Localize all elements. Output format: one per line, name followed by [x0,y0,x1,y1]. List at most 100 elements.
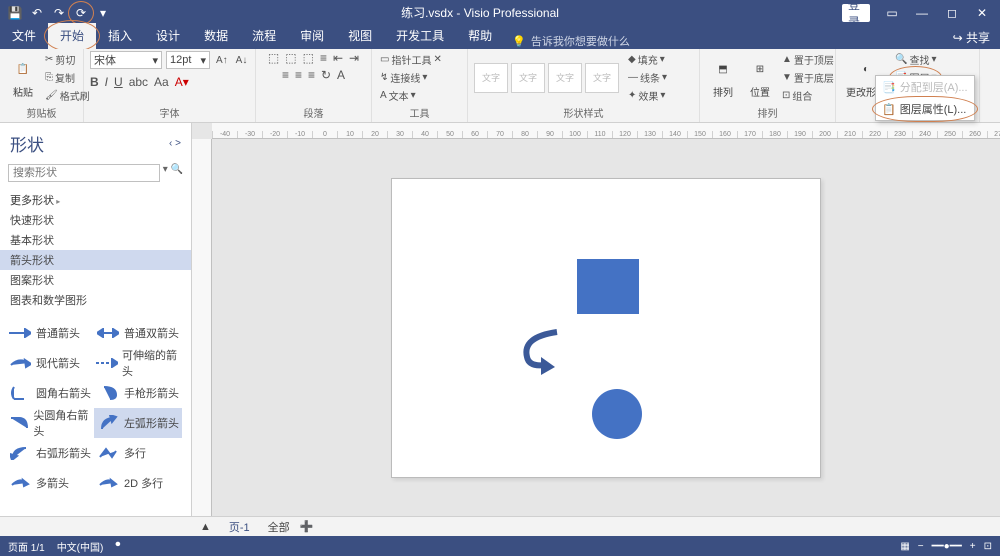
curved-arrow-shape[interactable] [517,327,567,377]
zoom-out-icon[interactable]: − [918,541,924,552]
qat-dropdown-icon[interactable]: ▾ [94,4,112,22]
cat-quick[interactable]: 快速形状 [0,210,191,230]
fill-button[interactable]: ◆ 填充 ▾ [626,51,669,68]
layer-props-item[interactable]: 📋 图层属性(L)... [876,98,974,120]
case-button[interactable]: Aa [154,75,169,89]
underline-button[interactable]: U [114,75,123,89]
fit-page-icon[interactable]: ⊡ [984,541,992,552]
shape-item[interactable]: 多箭头 [6,468,94,498]
arrange-button[interactable]: ⬒排列 [706,54,740,101]
shrink-font-icon[interactable]: A↓ [234,54,250,67]
shape-item[interactable]: 手枪形箭头 [94,378,182,408]
close-icon[interactable]: ✕ [968,4,996,22]
style-item[interactable]: 文字 [585,63,619,93]
right-arc-arrow-icon [8,445,32,461]
search-icon[interactable]: 🔍 [171,164,183,182]
search-input[interactable] [8,164,160,182]
tab-data[interactable]: 数据 [192,23,240,49]
grow-font-icon[interactable]: A↑ [214,54,230,67]
view-mode-icon[interactable]: ▦ [900,541,909,552]
square-shape[interactable] [577,259,639,314]
align-top-icon[interactable]: ⬚ [268,51,279,65]
align-bot-icon[interactable]: ⬚ [303,51,314,65]
shape-item[interactable]: 普通双箭头 [94,318,182,348]
shape-item-selected[interactable]: 左弧形箭头 [94,408,182,438]
spacing-icon[interactable]: A [337,68,345,82]
shape-item[interactable]: 多行 [94,438,182,468]
minimize-icon[interactable]: — [908,4,936,22]
style-item[interactable]: 文字 [474,63,508,93]
tab-home[interactable]: 开始 [48,23,96,49]
shape-item[interactable]: 可伸缩的箭头 [94,348,182,378]
style-gallery[interactable]: 文字 文字 文字 文字 [474,63,619,93]
paste-button[interactable]: 📋粘贴 [6,54,40,101]
all-pages-button[interactable]: 全部 [268,519,290,535]
shape-item[interactable]: 圆角右箭头 [6,378,94,408]
shape-item[interactable]: 右弧形箭头 [6,438,94,468]
page-scroll-icon[interactable]: ▲ [200,521,211,533]
cat-arrow[interactable]: 箭头形状 [0,250,191,270]
style-item[interactable]: 文字 [548,63,582,93]
refresh-icon[interactable]: ⟳ [72,4,90,22]
indent-inc-icon[interactable]: ⇥ [349,51,359,65]
rotate-text-icon[interactable]: ↻ [321,68,331,82]
cat-chart[interactable]: 图表和数学图形 [0,290,191,310]
drawing-page[interactable] [391,178,821,478]
bring-front-button[interactable]: ▲ 置于顶层 [780,51,836,68]
status-lang[interactable]: 中文(中国) [57,539,104,554]
cat-pattern[interactable]: 图案形状 [0,270,191,290]
tell-me[interactable]: 💡告诉我你想要做什么 [512,33,630,49]
font-color-button[interactable]: A▾ [175,75,189,89]
cat-more[interactable]: 更多形状 [0,190,191,210]
tab-developer[interactable]: 开发工具 [384,23,456,49]
style-item[interactable]: 文字 [511,63,545,93]
shape-item[interactable]: 普通箭头 [6,318,94,348]
strike-button[interactable]: abc [129,75,148,89]
align-left-icon[interactable]: ≡ [282,68,289,82]
login-button[interactable]: 登录 [842,4,870,22]
position-button[interactable]: ⊞位置 [743,54,777,101]
tab-help[interactable]: 帮助 [456,23,504,49]
shape-item[interactable]: 2D 多行 [94,468,182,498]
line-button[interactable]: — 线条 ▾ [626,69,669,86]
align-right-icon[interactable]: ≡ [308,68,315,82]
italic-button[interactable]: I [105,75,108,89]
tab-process[interactable]: 流程 [240,23,288,49]
tab-review[interactable]: 审阅 [288,23,336,49]
tab-design[interactable]: 设计 [144,23,192,49]
circle-shape[interactable] [592,389,642,439]
font-size-select[interactable]: 12pt▾ [166,51,210,69]
bold-button[interactable]: B [90,75,99,89]
pointer-tool[interactable]: ▭ 指针工具 ✕ [378,51,444,68]
shape-item[interactable]: 尖圆角右箭头 [6,408,94,438]
maximize-icon[interactable]: ◻ [938,4,966,22]
send-back-button[interactable]: ▼ 置于底层 [780,69,836,86]
ribbon-display-icon[interactable]: ▭ [878,4,906,22]
bullets-icon[interactable]: ≡ [320,51,327,65]
save-icon[interactable]: 💾 [6,4,24,22]
undo-icon[interactable]: ↶ [28,4,46,22]
shape-item[interactable]: 现代箭头 [6,348,94,378]
tab-file[interactable]: 文件 [0,23,48,49]
group-button[interactable]: ⊡ 组合 [780,87,836,104]
align-center-icon[interactable]: ≡ [295,68,302,82]
text-tool[interactable]: A 文本 ▾ [378,87,418,104]
search-dropdown-icon[interactable]: ▾ [162,164,169,182]
align-mid-icon[interactable]: ⬚ [285,51,296,65]
record-icon[interactable]: ⏺ [115,539,120,554]
zoom-slider[interactable]: ━━●━━ [932,541,962,552]
cat-basic[interactable]: 基本形状 [0,230,191,250]
connector-tool[interactable]: ↯ 连接线 ▾ [378,69,429,86]
tab-view[interactable]: 视图 [336,23,384,49]
add-page-icon[interactable]: ➕ [300,520,314,533]
share-button[interactable]: ↪ 共享 [953,29,990,46]
canvas[interactable] [212,139,1000,516]
page-tab-1[interactable]: 页-1 [221,517,258,537]
font-family-select[interactable]: 宋体▾ [90,51,162,69]
zoom-in-icon[interactable]: + [970,541,976,552]
find-button[interactable]: 🔍 查找 ▾ [893,51,938,68]
indent-dec-icon[interactable]: ⇤ [333,51,343,65]
effect-button[interactable]: ✦ 效果 ▾ [626,87,669,104]
redo-icon[interactable]: ↷ [50,4,68,22]
tab-insert[interactable]: 插入 [96,23,144,49]
